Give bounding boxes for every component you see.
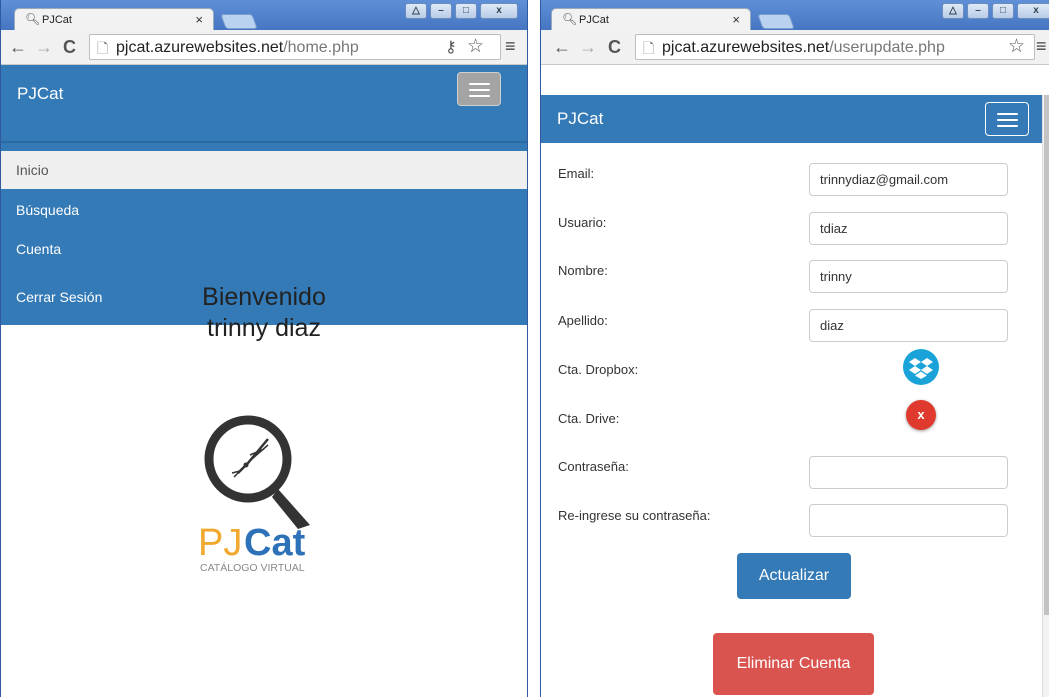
navbar: PJCat xyxy=(541,95,1049,143)
nav-item-inicio[interactable]: Inicio xyxy=(1,151,527,189)
delete-account-button[interactable]: Eliminar Cuenta xyxy=(713,633,874,695)
email-field[interactable] xyxy=(809,163,1008,196)
browser-window-home: 🔍︎ PJCat × △ – □ x ← → C 🗋 pjcat.azurewe… xyxy=(0,0,528,697)
window-controls: △ – □ x xyxy=(405,3,518,20)
surname-label: Apellido: xyxy=(558,313,608,328)
maximize-button[interactable]: □ xyxy=(992,3,1014,19)
dropbox-icon[interactable] xyxy=(903,349,939,385)
navbar-brand[interactable]: PJCat xyxy=(17,84,63,104)
drive-label: Cta. Drive: xyxy=(558,411,620,426)
new-tab-button[interactable] xyxy=(757,14,795,29)
forward-arrow-icon[interactable]: → xyxy=(579,37,597,58)
back-arrow-icon[interactable]: ← xyxy=(553,37,571,58)
bookmark-star-icon[interactable]: ☆ xyxy=(467,35,484,58)
email-label: Email: xyxy=(558,166,595,181)
minimize-button[interactable]: – xyxy=(430,3,452,19)
browser-toolbar: ← → C 🗋 pjcat.azurewebsites.net/userupda… xyxy=(541,30,1049,65)
repassword-field[interactable] xyxy=(809,504,1008,537)
surname-field[interactable] xyxy=(809,309,1008,342)
close-window-button[interactable]: x xyxy=(480,3,518,19)
browser-toolbar: ← → C 🗋 pjcat.azurewebsites.net/home.php… xyxy=(1,30,527,65)
scrollbar-thumb[interactable] xyxy=(1044,95,1049,615)
user-label: Usuario: xyxy=(558,215,607,230)
tab-close-icon[interactable]: × xyxy=(732,12,740,27)
page-icon: 🗋 xyxy=(97,40,109,56)
nav-item-busqueda[interactable]: Búsqueda xyxy=(1,191,527,229)
magnifier-favicon-icon: 🔍︎ xyxy=(25,12,41,26)
new-tab-button[interactable] xyxy=(220,14,258,29)
welcome-user-name: trinny diaz xyxy=(207,314,321,342)
url-text: pjcat.azurewebsites.net/userupdate.php xyxy=(662,39,945,56)
browser-tab-pjcat[interactable]: 🔍︎ PJCat × xyxy=(551,8,751,30)
repassword-label: Re-ingrese su contraseña: xyxy=(558,508,711,523)
title-bar: 🔍︎ PJCat × △ – □ x xyxy=(541,0,1049,30)
hamburger-icon xyxy=(469,83,490,85)
profile-icon[interactable]: △ xyxy=(942,3,964,19)
reload-icon[interactable]: C xyxy=(608,37,621,58)
navbar-toggle-button[interactable] xyxy=(457,72,501,106)
welcome-message: Bienvenido trinny diaz xyxy=(1,282,527,344)
address-bar[interactable]: 🗋 pjcat.azurewebsites.net/userupdate.php… xyxy=(635,34,1035,60)
drive-disconnected-icon[interactable]: x xyxy=(906,400,936,430)
navbar: PJCat xyxy=(1,65,527,143)
name-label: Nombre: xyxy=(558,263,608,278)
forward-arrow-icon[interactable]: → xyxy=(35,37,53,58)
title-bar: 🔍︎ PJCat × △ – □ x xyxy=(1,0,527,30)
update-button[interactable]: Actualizar xyxy=(737,553,851,599)
nav-item-cuenta[interactable]: Cuenta xyxy=(1,230,527,268)
scrollbar[interactable] xyxy=(1042,95,1049,697)
browser-tab-pjcat[interactable]: 🔍︎ PJCat × xyxy=(14,8,214,30)
address-bar[interactable]: 🗋 pjcat.azurewebsites.net/home.php ⚷ ☆ xyxy=(89,34,501,60)
reload-icon[interactable]: C xyxy=(63,37,76,58)
maximize-button[interactable]: □ xyxy=(455,3,477,19)
user-update-form: Email: Usuario: Nombre: Apellido: Cta. D… xyxy=(541,143,1049,697)
profile-icon[interactable]: △ xyxy=(405,3,427,19)
window-controls: △ – □ x xyxy=(942,3,1049,20)
name-field[interactable] xyxy=(809,260,1008,293)
navbar-brand[interactable]: PJCat xyxy=(557,109,603,129)
svg-text:PJ: PJ xyxy=(198,522,242,564)
pjcat-logo: PJ Cat CATÁLOGO VIRTUAL xyxy=(186,405,346,575)
tab-title: PJCat xyxy=(579,14,609,26)
chrome-menu-icon[interactable]: ≡ xyxy=(505,36,516,57)
minimize-button[interactable]: – xyxy=(967,3,989,19)
svg-text:Cat: Cat xyxy=(244,522,306,564)
tab-title: PJCat xyxy=(42,14,72,26)
chrome-menu-icon[interactable]: ≡ xyxy=(1036,36,1047,57)
browser-window-userupdate: 🔍︎ PJCat × △ – □ x ← → C 🗋 pjcat.azurewe… xyxy=(540,0,1049,697)
page-icon: 🗋 xyxy=(643,40,655,56)
magnifier-cat-logo-icon: PJ Cat CATÁLOGO VIRTUAL xyxy=(198,415,310,574)
page-content: PJCat Inicio Búsqueda Cuenta Cerrar Sesi… xyxy=(1,65,527,697)
navbar-toggle-button[interactable] xyxy=(985,102,1029,136)
password-label: Contraseña: xyxy=(558,459,629,474)
hamburger-icon xyxy=(997,113,1018,115)
url-text: pjcat.azurewebsites.net/home.php xyxy=(116,39,359,56)
bookmark-star-icon[interactable]: ☆ xyxy=(1008,35,1025,58)
welcome-title: Bienvenido xyxy=(202,283,326,311)
dropbox-label: Cta. Dropbox: xyxy=(558,362,639,377)
close-window-button[interactable]: x xyxy=(1017,3,1049,19)
back-arrow-icon[interactable]: ← xyxy=(9,37,27,58)
svg-text:CATÁLOGO VIRTUAL: CATÁLOGO VIRTUAL xyxy=(200,561,305,574)
key-icon[interactable]: ⚷ xyxy=(445,37,457,57)
magnifier-favicon-icon: 🔍︎ xyxy=(562,12,578,26)
tab-close-icon[interactable]: × xyxy=(195,12,203,27)
password-field[interactable] xyxy=(809,456,1008,489)
username-field[interactable] xyxy=(809,212,1008,245)
